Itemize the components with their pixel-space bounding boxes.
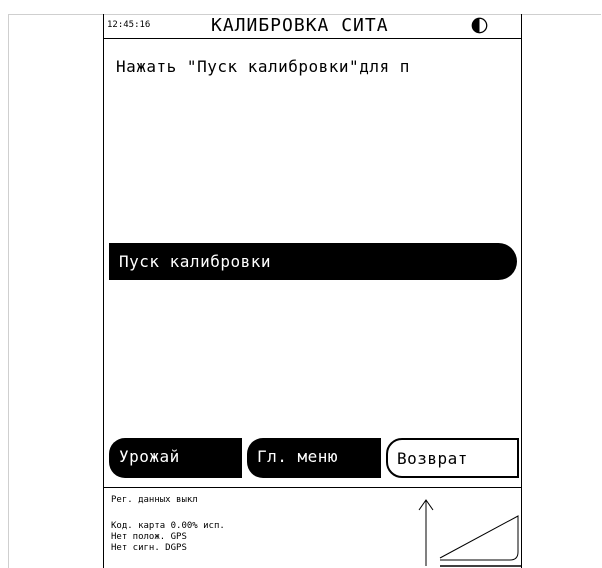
status-divider — [104, 487, 521, 488]
main-menu-button[interactable]: Гл. меню — [247, 438, 381, 478]
recording-status: Рег. данных выкл — [111, 495, 198, 505]
gps-status: Нет полож. GPS — [111, 532, 187, 542]
clock: 12:45:16 — [107, 20, 151, 30]
terminal-screen: 12:45:16 КАЛИБРОВКА СИТА Нажать "Пуск ка… — [103, 14, 522, 568]
dgps-status: Нет сигн. DGPS — [111, 543, 187, 553]
harvest-button[interactable]: Урожай — [109, 438, 242, 478]
page-title: КАЛИБРОВКА СИТА — [211, 15, 389, 36]
contrast-icon[interactable] — [471, 17, 488, 34]
header-bar: 12:45:16 КАЛИБРОВКА СИТА — [104, 14, 521, 39]
instruction-text: Нажать "Пуск калибровки"для п — [116, 57, 410, 76]
back-button[interactable]: Возврат — [386, 438, 519, 478]
slope-gauge-icon — [418, 499, 522, 567]
start-calibration-button[interactable]: Пуск калибровки — [109, 243, 517, 280]
card-status: Код. карта 0.00% исп. — [111, 521, 225, 531]
